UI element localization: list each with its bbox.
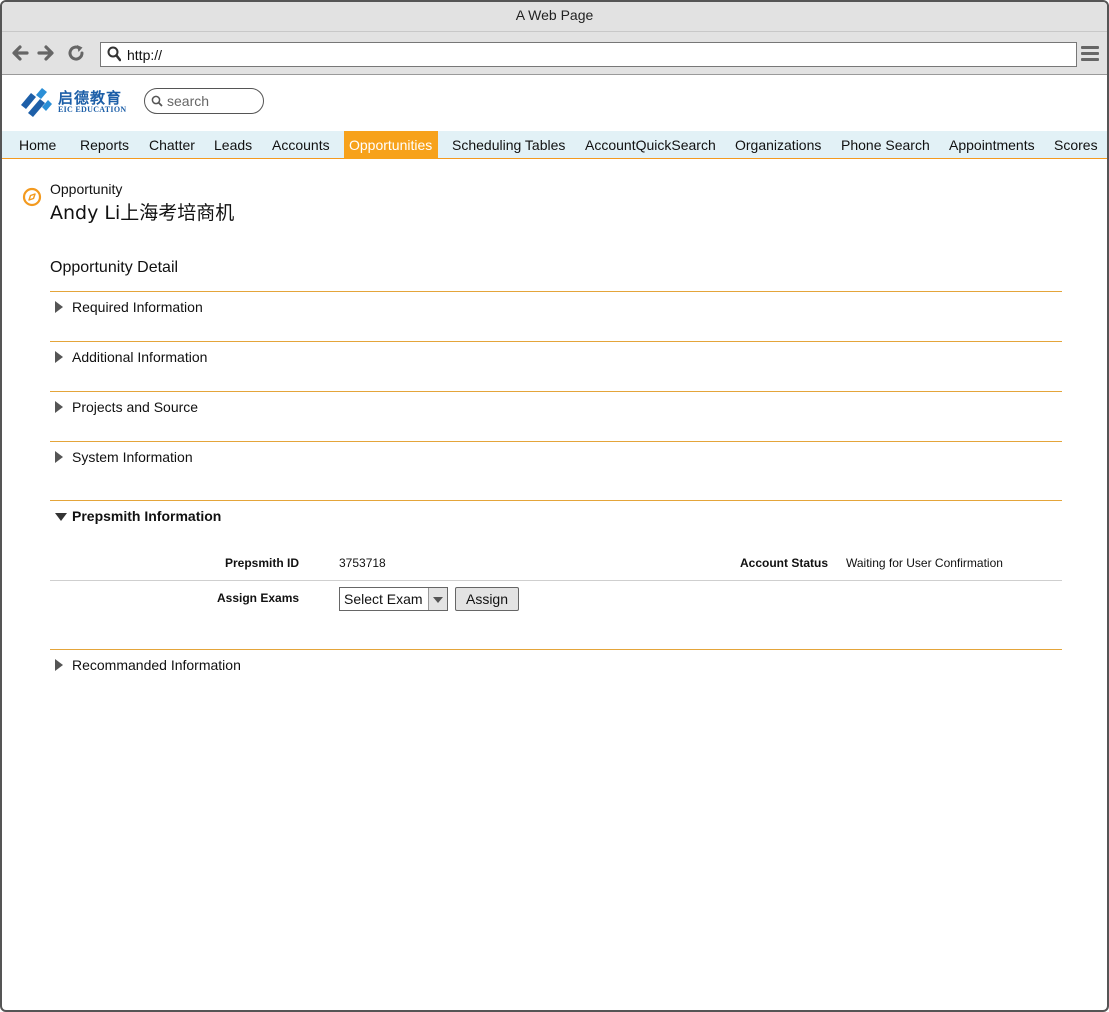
search-icon [151,95,163,107]
section-required-information[interactable]: Required Information [50,291,1062,341]
field-divider [50,580,1062,581]
search-input[interactable]: search [144,88,264,114]
section-prepsmith-information[interactable]: Prepsmith Information [50,500,1062,649]
tab-leads[interactable]: Leads [214,131,252,159]
tab-phone-search[interactable]: Phone Search [841,131,930,159]
eic-logo[interactable]: 启德教育 EIC EDUCATION [18,85,130,119]
section-label: Additional Information [72,349,208,365]
section-system-information[interactable]: System Information [50,441,1062,500]
arrow-right-icon[interactable] [35,42,57,64]
browser-window: A Web Page http:// 启德教育 EIC EDUCATION se… [0,0,1109,1012]
section-label: Required Information [72,299,203,315]
prepsmith-id-label: Prepsmith ID [225,556,300,570]
tab-accounts[interactable]: Accounts [272,131,330,159]
hamburger-menu-icon[interactable] [1081,46,1099,62]
search-placeholder: search [167,93,210,109]
exam-select-value: Select Exam [344,591,423,607]
section-recommanded-information[interactable]: Recommanded Information [50,649,1062,699]
reload-icon[interactable] [65,42,87,64]
account-status-label: Account Status [740,556,829,570]
address-bar[interactable]: http:// [100,42,1077,67]
section-label: Projects and Source [72,399,199,415]
section-label: Recommanded Information [72,657,241,673]
section-label: Prepsmith Information [72,508,222,524]
prepsmith-id-value: 3753718 [339,556,386,570]
window-title: A Web Page [2,2,1107,32]
arrow-left-icon[interactable] [9,42,31,64]
eic-logo-mark-icon [21,88,52,117]
tab-scheduling-tables[interactable]: Scheduling Tables [452,131,565,159]
assign-exams-label: Assign Exams [217,591,300,605]
assign-button[interactable]: Assign [455,587,519,611]
expand-arrow-icon[interactable] [55,451,63,463]
url-text: http:// [127,47,163,63]
chevron-down-icon [433,597,443,603]
page-title: Andy Li上海考培商机 [50,202,235,224]
account-status-value: Waiting for User Confirmation [846,556,1003,570]
tab-organizations[interactable]: Organizations [735,131,821,159]
tab-appointments[interactable]: Appointments [949,131,1035,159]
logo-text-en: EIC EDUCATION [58,105,127,114]
tab-scores[interactable]: Scores [1054,131,1098,159]
expand-arrow-icon[interactable] [55,351,63,363]
browser-toolbar: http:// [2,32,1107,75]
collapse-arrow-icon[interactable] [55,513,67,521]
expand-arrow-icon[interactable] [55,401,63,413]
tab-opportunities[interactable]: Opportunities [344,131,438,159]
search-icon [107,46,121,62]
tab-chatter[interactable]: Chatter [149,131,195,159]
exam-select[interactable]: Select Exam [339,587,448,611]
tab-account-quick-search[interactable]: AccountQuickSearch [585,131,716,159]
app-header: 启德教育 EIC EDUCATION search [2,75,1107,129]
section-additional-information[interactable]: Additional Information [50,341,1062,391]
dropdown-button[interactable] [428,588,447,610]
tab-home[interactable]: Home [19,131,56,159]
expand-arrow-icon[interactable] [55,301,63,313]
tab-reports[interactable]: Reports [80,131,129,159]
breadcrumb: Opportunity [50,181,123,197]
opportunity-compass-icon [22,187,42,207]
section-projects-and-source[interactable]: Projects and Source [50,391,1062,441]
section-label: System Information [72,449,193,465]
expand-arrow-icon[interactable] [55,659,63,671]
main-nav: Home Reports Chatter Leads Accounts Oppo… [2,131,1107,159]
detail-heading: Opportunity Detail [50,259,179,276]
